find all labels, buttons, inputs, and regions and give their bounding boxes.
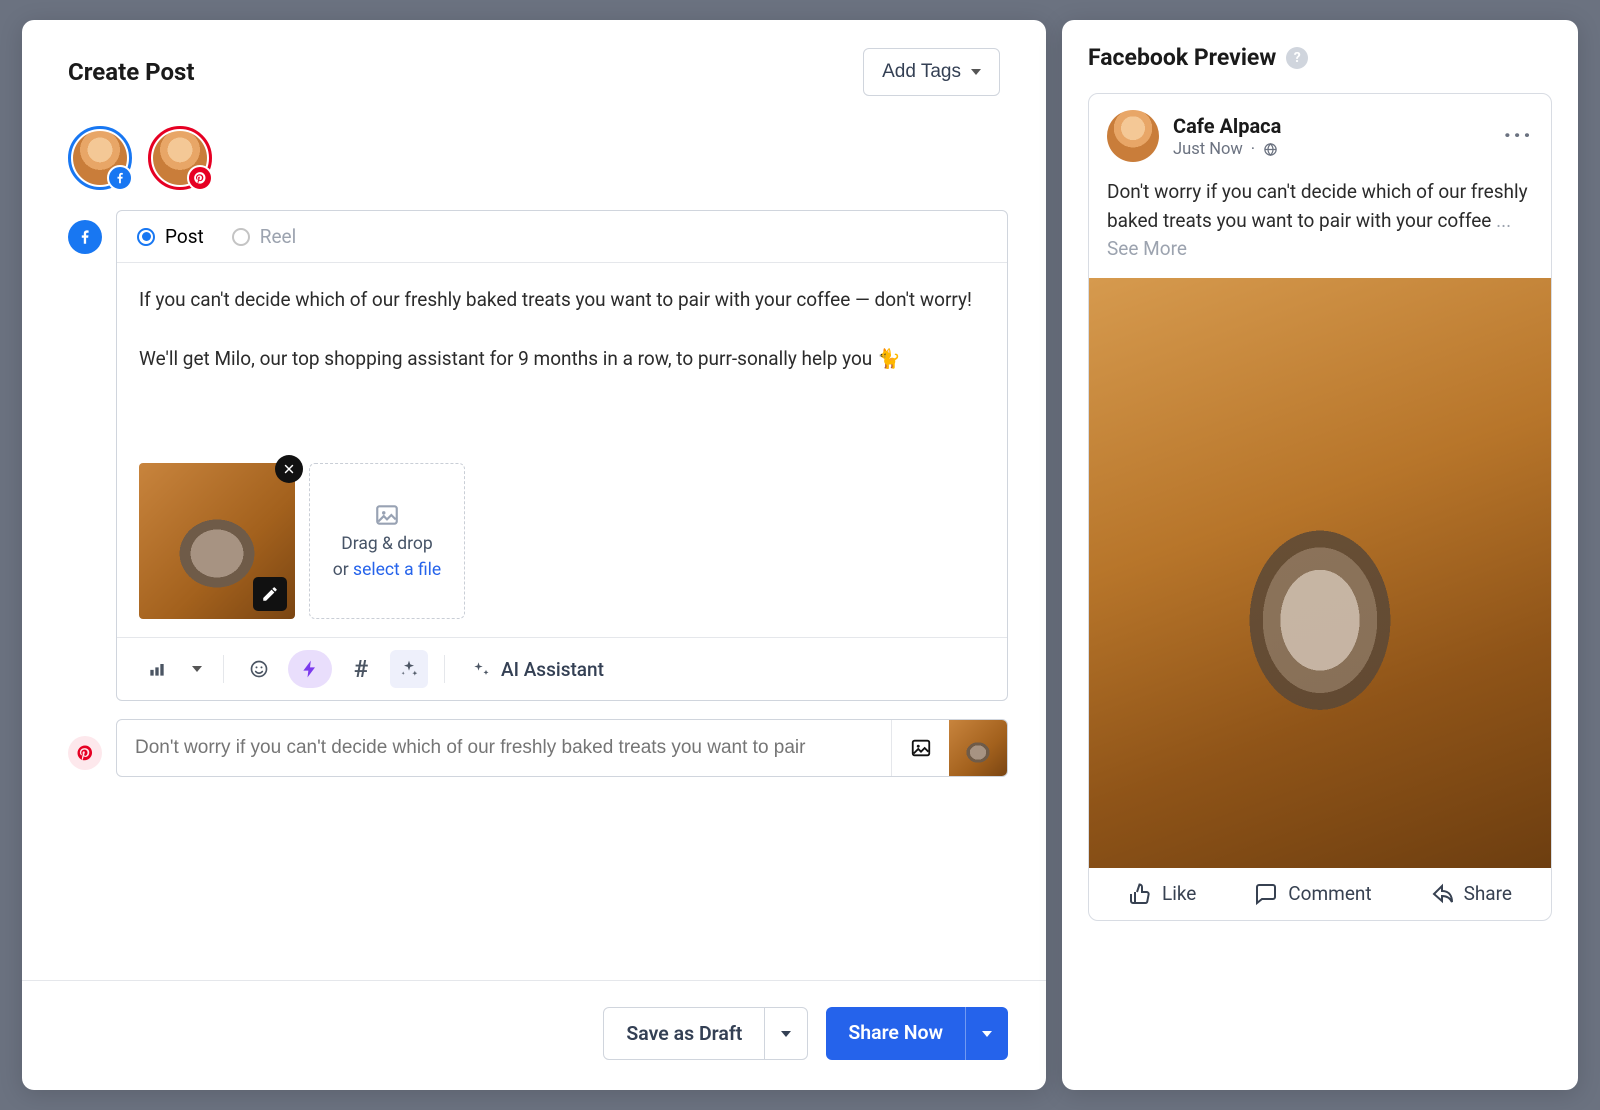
globe-icon <box>1263 142 1278 157</box>
media-library-button[interactable] <box>137 650 177 688</box>
comment-label: Comment <box>1288 882 1371 905</box>
preview-actions: Like Comment Share <box>1089 868 1551 920</box>
toolbar-divider <box>444 655 445 683</box>
pinterest-thumbnail[interactable] <box>949 720 1007 776</box>
remove-attachment-button[interactable] <box>275 455 303 483</box>
chevron-down-icon <box>192 666 202 672</box>
add-tags-button[interactable]: Add Tags <box>863 48 1000 96</box>
meta-separator: · <box>1251 140 1255 159</box>
tab-reel-label: Reel <box>260 225 296 248</box>
share-now-dropdown[interactable] <box>965 1007 1008 1060</box>
channel-avatars <box>22 106 1046 200</box>
emoji-button[interactable] <box>240 650 278 688</box>
edit-attachment-button[interactable] <box>253 577 287 611</box>
share-button[interactable]: Share <box>1430 882 1512 906</box>
help-icon[interactable]: ? <box>1286 47 1308 69</box>
chevron-down-icon <box>971 69 981 75</box>
tab-reel[interactable]: Reel <box>232 225 296 248</box>
preview-timestamp: Just Now <box>1173 140 1243 159</box>
preview-panel: Facebook Preview ? Cafe Alpaca Just Now … <box>1062 20 1578 1090</box>
ai-assistant-label: AI Assistant <box>501 658 604 681</box>
preview-avatar <box>1107 110 1159 162</box>
pinterest-badge-icon <box>187 165 213 191</box>
radio-unselected-icon <box>232 228 250 246</box>
sparkle-button[interactable] <box>390 650 428 688</box>
facebook-preview-card: Cafe Alpaca Just Now · ··· Don't worry i… <box>1088 93 1552 921</box>
pinterest-text-input[interactable] <box>117 737 891 759</box>
post-text-editor[interactable]: If you can't decide which of our freshly… <box>117 263 1007 463</box>
facebook-badge-icon <box>107 165 133 191</box>
preview-more-button[interactable]: ··· <box>1503 130 1533 143</box>
attachment-thumbnail[interactable] <box>139 463 295 619</box>
pinterest-input-container <box>116 719 1008 777</box>
save-draft-dropdown[interactable] <box>764 1008 807 1059</box>
share-label: Share <box>1464 882 1512 905</box>
preview-image <box>1089 278 1551 868</box>
preview-text: Don't worry if you can't decide which of… <box>1107 180 1528 232</box>
tab-post-label: Post <box>165 225 204 248</box>
attachments-row: Drag & drop or select a file <box>117 463 1007 637</box>
chevron-down-icon <box>781 1031 791 1037</box>
pinterest-image-button[interactable] <box>891 720 949 776</box>
share-now-label: Share Now <box>826 1007 965 1060</box>
tab-post[interactable]: Post <box>137 225 204 248</box>
pinterest-input-right <box>891 720 1007 776</box>
pinterest-channel-icon <box>68 736 102 770</box>
preview-meta: Just Now · <box>1173 140 1281 159</box>
like-button[interactable]: Like <box>1128 882 1196 906</box>
compose-toolbar: # AI Assistant <box>117 637 1007 700</box>
like-label: Like <box>1162 882 1196 905</box>
create-post-panel: Create Post Add Tags <box>22 20 1046 1090</box>
upload-dropzone[interactable]: Drag & drop or select a file <box>309 463 465 619</box>
share-now-button[interactable]: Share Now <box>826 1007 1008 1060</box>
preview-title-row: Facebook Preview ? <box>1088 44 1552 71</box>
channel-avatar-pinterest[interactable] <box>148 126 212 190</box>
dropzone-line2: or select a file <box>333 560 441 580</box>
modal-container: Create Post Add Tags <box>22 20 1578 1090</box>
ai-assistant-button[interactable]: AI Assistant <box>461 652 614 687</box>
preview-page-name: Cafe Alpaca <box>1173 114 1281 138</box>
panel-footer: Save as Draft Share Now <box>22 980 1046 1090</box>
facebook-compose-block: Post Reel If you can't decide which of o… <box>22 200 1046 701</box>
comment-button[interactable]: Comment <box>1254 882 1371 906</box>
select-file-link[interactable]: select a file <box>353 560 441 580</box>
panel-header: Create Post Add Tags <box>22 20 1046 106</box>
panel-title: Create Post <box>68 58 194 86</box>
preview-title: Facebook Preview <box>1088 44 1276 71</box>
compose-card: Post Reel If you can't decide which of o… <box>116 210 1008 701</box>
dropzone-line1: Drag & drop <box>341 534 432 554</box>
channel-avatar-facebook[interactable] <box>68 126 132 190</box>
preview-meta-col: Cafe Alpaca Just Now · <box>1173 114 1281 159</box>
toolbar-divider <box>223 655 224 683</box>
preview-body: Don't worry if you can't decide which of… <box>1089 178 1551 278</box>
radio-selected-icon <box>137 228 155 246</box>
post-type-tabs: Post Reel <box>117 211 1007 263</box>
preview-header: Cafe Alpaca Just Now · ··· <box>1089 94 1551 178</box>
chevron-down-icon <box>982 1031 992 1037</box>
hashtag-button[interactable]: # <box>342 650 380 688</box>
media-library-dropdown[interactable] <box>187 650 207 688</box>
bolt-button[interactable] <box>288 650 332 688</box>
facebook-channel-icon <box>68 220 102 254</box>
image-placeholder-icon <box>374 502 400 528</box>
save-draft-button[interactable]: Save as Draft <box>603 1007 808 1060</box>
pinterest-compose-row <box>22 701 1046 781</box>
add-tags-label: Add Tags <box>882 61 961 83</box>
save-draft-label: Save as Draft <box>604 1008 764 1059</box>
